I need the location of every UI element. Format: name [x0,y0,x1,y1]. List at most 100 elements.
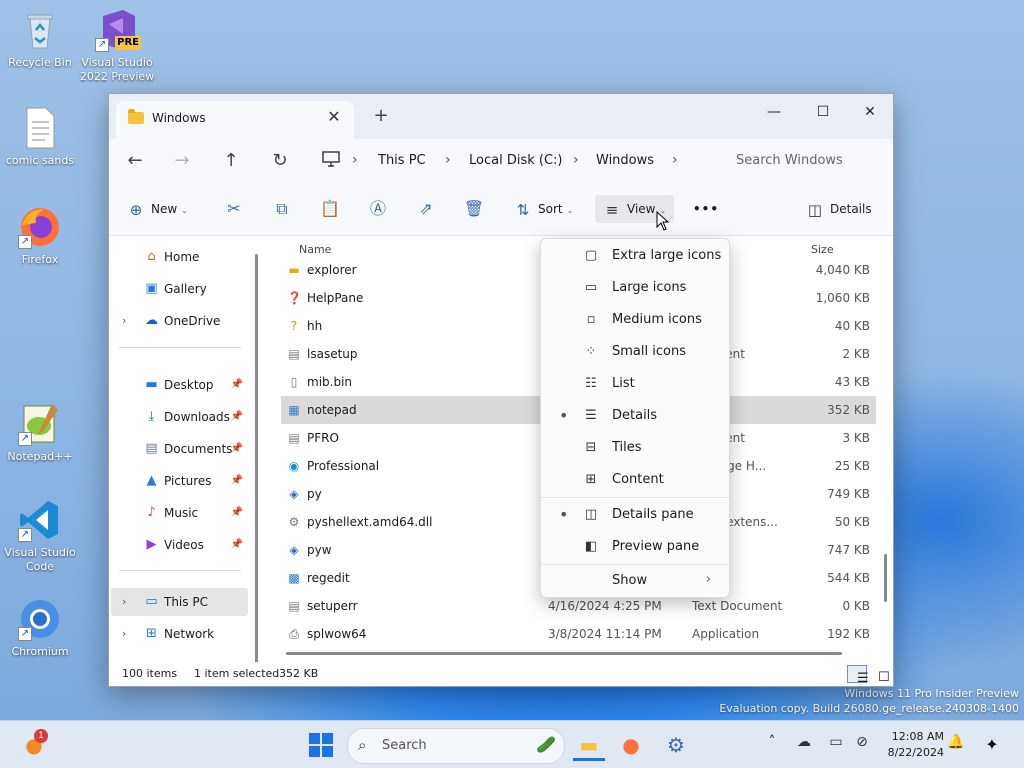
pin-icon[interactable]: 📌 [231,379,243,390]
taskbar-firefox[interactable]: ● [615,729,647,761]
refresh-button[interactable]: ↻ [266,147,294,175]
taskbar-app-notifications[interactable]: ● 1 [18,729,50,761]
nav-item-documents[interactable]: ▤ Documents 📌 [117,435,249,463]
videos-icon: ▶ [146,537,157,552]
taskbar-file-explorer[interactable]: ▬ [573,729,605,761]
tab-windows[interactable]: Windows ✕ [116,101,354,139]
breadcrumb-this-pc[interactable]: This PC [378,153,426,168]
menu-item-content[interactable]: ⊞ Content [545,465,725,495]
nav-item-music[interactable]: ♪ Music 📌 [117,499,249,527]
text-file-icon: ▤ [288,431,300,445]
nav-label: Gallery [164,282,207,296]
chevron-right-icon[interactable]: › [122,314,126,327]
share-button[interactable]: ⇗ [412,195,440,223]
forward-button[interactable]: → [168,147,196,175]
menu-item-label: Medium icons [612,312,702,327]
rename-icon: Ⓐ [369,199,386,218]
taskbar-search[interactable]: ⌕ Search 🥒 [347,728,565,764]
system-clock[interactable]: 12:08 AM 8/22/2024 [880,729,944,761]
column-header-size[interactable]: Size [811,243,834,256]
desktop-icon-firefox[interactable]: ↗ Firefox [0,205,80,267]
details-pane-button[interactable]: ◫ Details [806,195,872,223]
nav-item-videos[interactable]: ▶ Videos 📌 [117,531,249,559]
nav-scrollbar[interactable] [255,254,258,664]
desktop-icon-vscode[interactable]: ↗ Visual Studio Code [0,498,80,574]
search-box[interactable]: Search Windows [715,143,887,179]
menu-item-tiles[interactable]: ⊟ Tiles [545,433,725,463]
large-icons-view-toggle[interactable]: ☐ [869,665,890,685]
details-view-toggle[interactable]: ☰ [847,665,869,686]
file-list-horizontal-scrollbar[interactable] [286,652,842,655]
menu-item-details-pane[interactable]: • ◫ Details pane [545,500,725,530]
new-button[interactable]: ⊕ New ⌄ [127,195,188,223]
tray-display[interactable]: ▭ [826,734,846,750]
rename-button[interactable]: Ⓐ [364,195,392,223]
nav-item-onedrive[interactable]: › ☁ OneDrive [117,307,249,335]
tray-network[interactable]: ⊘ [852,734,872,750]
menu-item-large-icons[interactable]: ▭ Large icons [545,273,725,303]
minimize-button[interactable]: — [751,98,797,126]
desktop-icon-visual-studio-preview[interactable]: PRE ↗ Visual Studio 2022 Preview [77,8,157,84]
menu-item-label: Tiles [612,440,642,455]
delete-button[interactable]: 🗑 [460,195,488,223]
breadcrumb-local-disk[interactable]: Local Disk (C:) [469,153,562,168]
column-header-name[interactable]: Name [299,243,331,256]
nav-item-downloads[interactable]: ⤓ Downloads 📌 [117,403,249,431]
copy-button[interactable]: ⧉ [268,195,296,223]
nav-item-this-pc[interactable]: › ▭ This PC [111,588,248,616]
pin-icon[interactable]: 📌 [231,443,243,454]
text-file-icon: ▤ [288,599,300,613]
clipboard-icon: 📋 [320,199,340,218]
tab-close-button[interactable]: ✕ [324,107,344,126]
chevron-right-icon[interactable]: › [122,595,126,608]
notifications-button[interactable]: 🔔 [946,734,966,750]
tray-cloud-offline[interactable]: ☁ [794,734,814,750]
show-hidden-icons-button[interactable]: ˄ [762,734,782,750]
sort-button[interactable]: ⇅ Sort ⌄ [514,195,574,223]
start-button[interactable] [309,733,333,757]
nav-item-pictures[interactable]: ▲ Pictures 📌 [117,467,249,495]
close-button[interactable]: ✕ [847,98,893,126]
paste-button[interactable]: 📋 [316,195,344,223]
file-size: 0 KB [842,599,870,613]
file-row[interactable]: ⎙ splwow64 3/8/2024 11:14 PM Application… [281,620,876,648]
new-tab-button[interactable]: + [371,105,391,126]
copilot-button[interactable]: ✦ [976,729,1008,761]
pin-icon[interactable]: 📌 [231,539,243,550]
file-list-vertical-scrollbar[interactable] [884,554,887,602]
medium-icons-icon: ▫ [586,312,596,327]
menu-item-show[interactable]: Show › [545,566,725,596]
pin-icon[interactable]: 📌 [231,411,243,422]
pin-icon[interactable]: 📌 [231,475,243,486]
menu-item-list[interactable]: ☷ List [545,369,725,399]
selected-bullet-icon: • [559,406,569,425]
more-options-button[interactable]: ••• [693,195,719,223]
desktop-icon-recycle-bin[interactable]: Recycle Bin [0,8,80,70]
breadcrumb-windows[interactable]: Windows [596,153,654,168]
cut-button[interactable]: ✂ [220,195,248,223]
maximize-button[interactable]: ☐ [800,98,846,126]
menu-item-small-icons[interactable]: ⁘ Small icons [545,337,725,367]
preview-badge: PRE [115,36,141,50]
pin-icon[interactable]: 📌 [231,507,243,518]
desktop-icon-chromium[interactable]: ↗ Chromium [0,597,80,659]
taskbar-settings[interactable]: ⚙ [660,729,692,761]
nav-item-home[interactable]: ⌂ Home [117,243,249,271]
arrow-right-icon: → [174,150,190,171]
address-bar[interactable]: › This PC › Local Disk (C:) › Windows › [314,143,712,179]
search-input[interactable]: Search Windows [736,153,843,168]
nav-item-network[interactable]: › ⊞ Network [117,620,249,648]
chevron-right-icon[interactable]: › [122,627,126,640]
desktop-icon-notepad-plus-plus[interactable]: ↗ Notepad++ [0,402,80,464]
menu-item-details[interactable]: • ☰ Details [545,401,725,431]
menu-item-extra-large-icons[interactable]: ▢ Extra large icons [545,241,725,271]
back-button[interactable]: ← [121,147,149,175]
nav-item-desktop[interactable]: ▬ Desktop 📌 [117,371,249,399]
desktop-icon-comic-sands[interactable]: comic sands [0,106,80,168]
nav-item-gallery[interactable]: ▣ Gallery [117,275,249,303]
up-button[interactable]: ↑ [217,147,245,175]
notepad-icon: ▦ [288,403,300,417]
menu-item-preview-pane[interactable]: ◧ Preview pane [545,532,725,562]
menu-item-medium-icons[interactable]: ▫ Medium icons [545,305,725,335]
display-icon: ▭ [829,734,843,750]
